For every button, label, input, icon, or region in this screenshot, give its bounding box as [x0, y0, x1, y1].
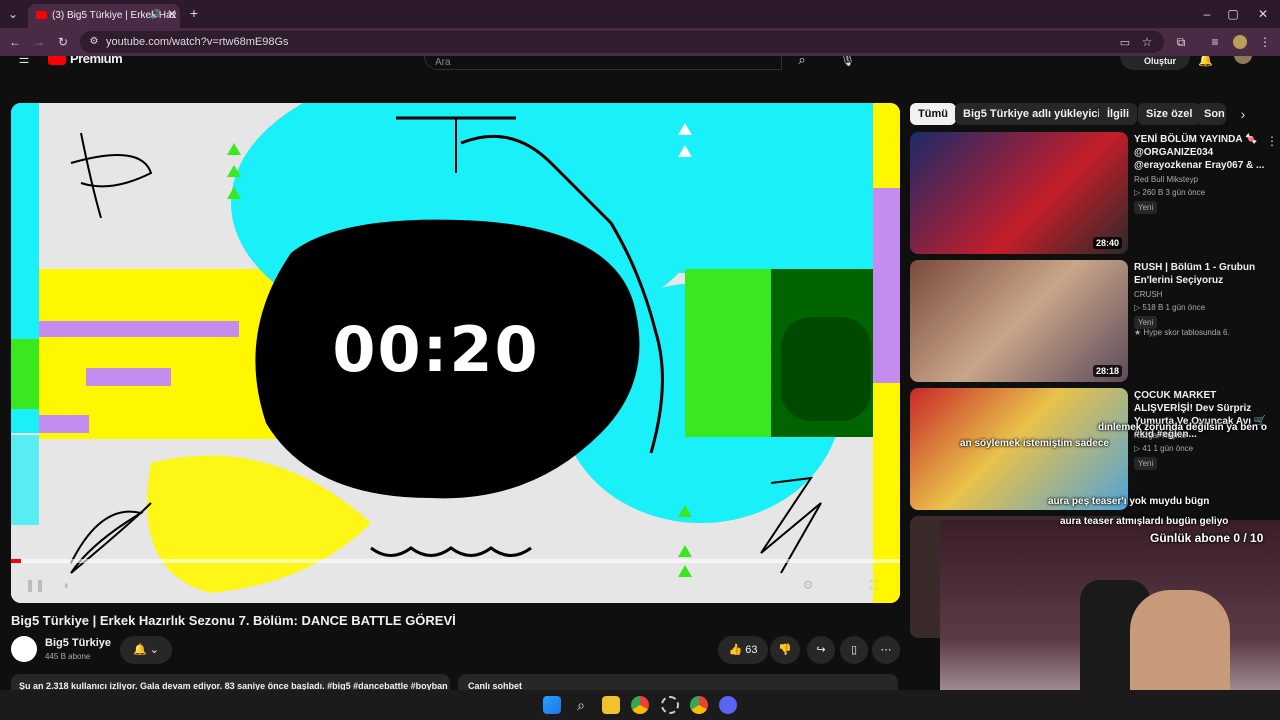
share-icon: ↪	[816, 644, 826, 656]
hamburger-menu-icon[interactable]: ☰	[16, 56, 32, 66]
dislike-button[interactable]: 👎	[770, 636, 800, 664]
youtube-header: ☰ Premium Ara ⌕ 🎙 Oluştur 🔔	[0, 56, 1280, 70]
overlay-chat-message: aura peş teaser'ı yok muydu bügn	[1048, 496, 1210, 507]
close-tab-icon[interactable]: ✕	[166, 7, 178, 21]
tab-search-icon[interactable]: ⌄	[6, 7, 20, 21]
settings-icon[interactable]: ⚙	[801, 578, 815, 592]
premium-label: Premium	[70, 56, 123, 66]
reading-list-icon[interactable]: ≡	[1208, 35, 1222, 49]
search-placeholder: Ara	[435, 57, 451, 68]
channel-avatar[interactable]	[11, 636, 37, 662]
notifications-icon[interactable]: 🔔	[1198, 56, 1213, 67]
subscriber-count: 445 B abone	[45, 652, 91, 661]
overlay-chat-message: an söylemek istemiştim sadece	[960, 438, 1109, 449]
view-meta: ▷ 41 1 gün önce	[1134, 444, 1194, 453]
fullscreen-icon[interactable]: ⛶	[867, 578, 881, 592]
chip-all[interactable]: Tümü	[910, 103, 956, 125]
view-meta: ▷ 260 B 3 gün önce	[1134, 188, 1206, 197]
file-explorer-icon[interactable]	[602, 696, 620, 714]
video-title-main: Big5 Türkiye | Erkek Hazırlık Sezonu 7. …	[11, 613, 456, 628]
reload-icon[interactable]: ↻	[56, 35, 70, 49]
like-button[interactable]: 👍 63	[718, 636, 768, 664]
youtube-favicon-icon	[36, 11, 47, 19]
recommendation-item[interactable]: 28:40 YENİ BÖLÜM YAYINDA 🍬 @ORGANIZE034 …	[910, 132, 1280, 254]
search-icon[interactable]: ⌕	[794, 56, 810, 67]
more-actions-icon[interactable]: ⋮	[1266, 134, 1278, 148]
chrome-active-icon[interactable]	[690, 696, 708, 714]
video-timer-display: 00:20	[332, 313, 540, 386]
taskbar: ⌕	[0, 690, 1280, 720]
forward-icon[interactable]: →	[32, 35, 46, 49]
recommendation-item[interactable]: 28:18 RUSH | Bölüm 1 - Grubun En'lerini …	[910, 260, 1280, 382]
channel-name[interactable]: CRUSH	[1134, 290, 1162, 299]
overlay-chat-message: aura teaser atmışlardı bugün geliyo	[1060, 516, 1229, 527]
close-window-icon[interactable]: ✕	[1256, 7, 1270, 21]
subscriber-goal: Günlük abone 0 / 10	[1150, 531, 1264, 545]
video-player[interactable]: 00:20 ❚❚ ◖ ⚙ ⛶	[11, 103, 900, 603]
create-button[interactable]: Oluştur	[1120, 56, 1190, 70]
view-meta: ▷ 518 B 1 gün önce	[1134, 303, 1206, 312]
thumbs-down-icon: 👎	[778, 644, 792, 656]
bell-icon: 🔔 ⌄	[133, 644, 159, 656]
app-icon[interactable]	[661, 696, 679, 714]
bookmark-icon: ▯	[850, 644, 858, 656]
bookmark-star-icon[interactable]: ☆	[1140, 35, 1154, 49]
like-count: 63	[745, 644, 758, 656]
subscription-bell-button[interactable]: 🔔 ⌄	[120, 636, 172, 664]
cast-icon[interactable]: ▭	[1118, 36, 1132, 50]
save-button[interactable]: ▯	[840, 636, 868, 664]
new-badge: Yeni	[1134, 457, 1158, 470]
more-button[interactable]: ⋯	[872, 636, 900, 664]
channel-name[interactable]: Red Bull Mikstеyp	[1134, 175, 1198, 184]
chip-related[interactable]: İlgili	[1099, 103, 1137, 125]
url-text: youtube.com/watch?v=rtw68mE98Gs	[106, 36, 289, 48]
new-tab-button[interactable]: +	[186, 6, 202, 20]
site-info-icon[interactable]: ⚙	[88, 35, 100, 49]
account-avatar[interactable]	[1234, 56, 1252, 64]
more-icon: ⋯	[880, 644, 892, 656]
browser-tab-bar: ⌄ (3) Big5 Türkiye | Erkek Haz 🔊 ✕ + – ▢…	[0, 0, 1280, 28]
hype-rank: ★ Hype skor tablosunda 6.	[1134, 328, 1230, 337]
browser-menu-icon[interactable]: ⋮	[1258, 35, 1272, 49]
chip-recent[interactable]: Son	[1196, 103, 1226, 125]
microphone-icon[interactable]: 🎙	[840, 56, 855, 67]
profile-avatar[interactable]	[1233, 35, 1247, 49]
video-title[interactable]: RUSH | Bölüm 1 - Grubun En'lerini Seçiyo…	[1134, 261, 1274, 287]
thumbs-up-icon: 👍	[728, 644, 743, 656]
url-input[interactable]: ⚙ youtube.com/watch?v=rtw68mE98Gs	[80, 31, 1164, 53]
speaker-icon[interactable]: 🔊	[150, 7, 162, 21]
duration-badge: 28:18	[1092, 365, 1122, 377]
taskbar-search-icon[interactable]: ⌕	[573, 698, 589, 712]
recommendation-item[interactable]: ÇOCUK MARKET ALIŞVERİŞİ! Dev Sürpriz Yum…	[910, 388, 1280, 510]
volume-icon[interactable]: ◖	[59, 578, 73, 592]
search-input[interactable]: Ara	[424, 56, 782, 70]
discord-icon[interactable]	[719, 696, 737, 714]
new-badge: Yeni	[1134, 201, 1158, 214]
thumbnail[interactable]: 28:18	[910, 260, 1128, 382]
chips-next-icon[interactable]: ›	[1236, 107, 1250, 121]
play-pause-icon[interactable]: ❚❚	[25, 578, 45, 592]
duration-badge: 28:40	[1092, 237, 1122, 249]
create-label: Oluştur	[1144, 56, 1177, 66]
youtube-logo-icon	[48, 56, 66, 65]
channel-name-main[interactable]: Big5 Türkiye	[45, 637, 111, 649]
overlay-chat-message: dinlemek zorunda değilsin ya ben o	[1098, 422, 1267, 433]
share-button[interactable]: ↪	[807, 636, 835, 664]
address-bar-row: ← → ↻ ⚙ youtube.com/watch?v=rtw68mE98Gs …	[0, 28, 1280, 56]
video-title[interactable]: YENİ BÖLÜM YAYINDA 🍬 @ORGANIZE034 @erayo…	[1134, 133, 1274, 172]
windows-start-icon[interactable]	[543, 696, 561, 714]
minimize-icon[interactable]: –	[1200, 7, 1214, 21]
thumbnail[interactable]	[910, 388, 1128, 510]
extensions-icon[interactable]: ⧉	[1174, 35, 1188, 49]
chip-for-you[interactable]: Size özel	[1138, 103, 1201, 125]
maximize-icon[interactable]: ▢	[1226, 7, 1240, 21]
chrome-icon[interactable]	[631, 696, 649, 714]
back-icon[interactable]: ←	[8, 35, 22, 49]
thumbnail[interactable]: 28:40	[910, 132, 1128, 254]
